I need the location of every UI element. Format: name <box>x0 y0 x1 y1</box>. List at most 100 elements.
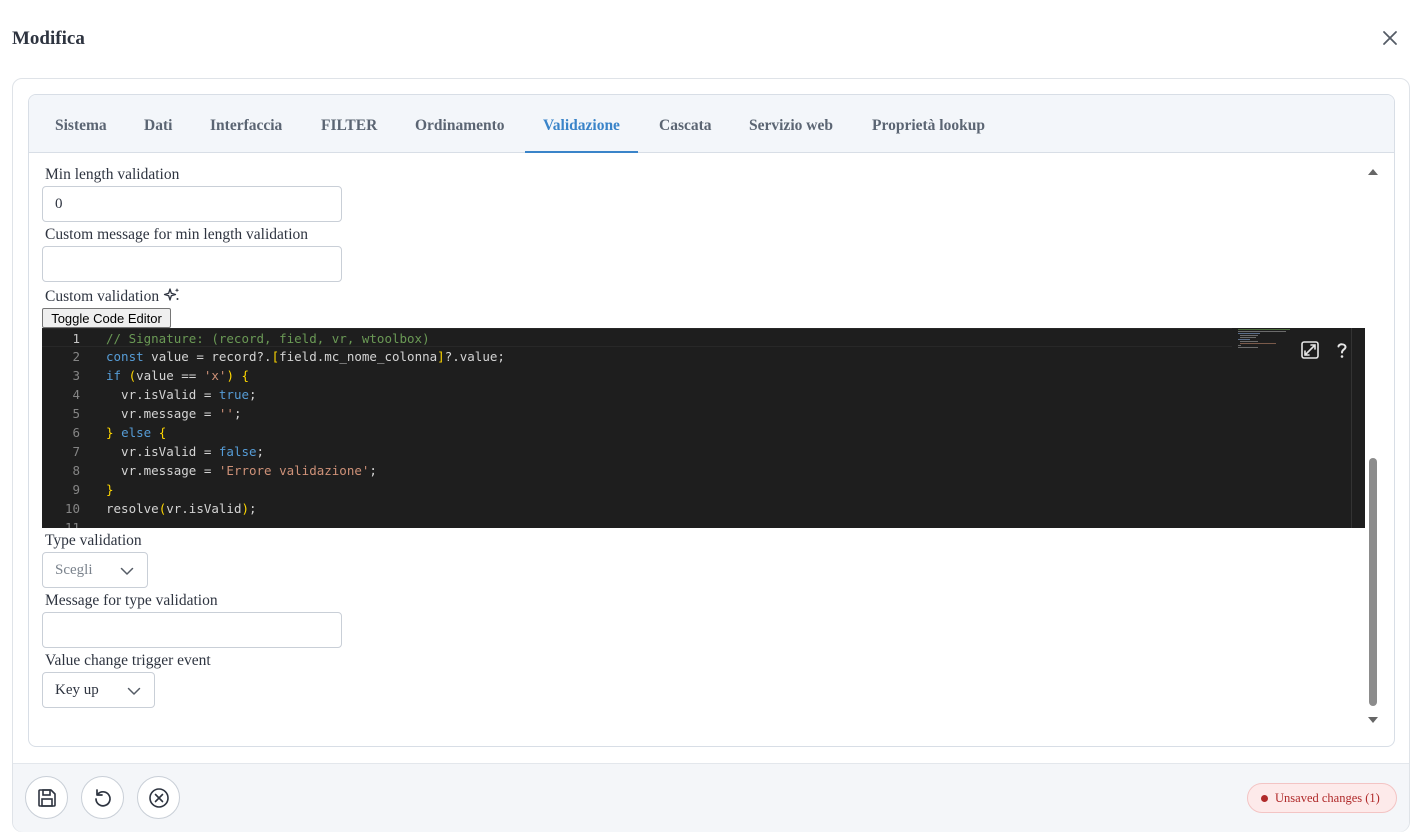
custom-validation-label: Custom validation <box>45 287 181 308</box>
modal-title: Modifica <box>12 28 85 49</box>
type-validation-message-label: Message for type validation <box>45 592 218 609</box>
close-button[interactable] <box>1378 26 1402 50</box>
line-number: 7 <box>72 444 80 459</box>
min-length-message-input[interactable] <box>42 246 342 282</box>
code-token: // Signature: (record, field, vr, wtoolb… <box>106 331 430 346</box>
code-line[interactable]: 3 if (value == 'x') { <box>42 366 1232 385</box>
code-token: else <box>121 425 152 440</box>
code-token: ( <box>128 368 137 383</box>
code-line[interactable]: 2 const value = record?.[field.mc_nome_co… <box>42 347 1232 366</box>
type-validation-select[interactable]: Scegli <box>42 552 148 588</box>
code-line[interactable]: 10 resolve(vr.isValid); <box>42 499 1232 518</box>
code-token: value == <box>136 368 204 383</box>
code-token: const <box>106 349 144 364</box>
code-text: if (value == 'x') { <box>106 366 249 385</box>
type-validation-label: Type validation <box>45 532 142 549</box>
editor-expand-button[interactable] <box>1298 338 1322 362</box>
cancel-button[interactable] <box>137 776 180 819</box>
line-number: 9 <box>72 482 80 497</box>
code-token: ; <box>256 444 265 459</box>
tab-servizio-web[interactable]: Servizio web <box>731 95 851 153</box>
trigger-event-value: Key up <box>55 682 99 698</box>
code-token: ) <box>226 368 234 383</box>
code-line[interactable]: 7 vr.isValid = false; <box>42 442 1232 461</box>
line-number: 1 <box>72 331 80 346</box>
code-token: vr.isValid = <box>106 444 219 459</box>
code-token: { <box>158 425 167 440</box>
undo-icon <box>95 789 111 807</box>
code-line[interactable]: 11 <box>42 518 1232 528</box>
code-line[interactable]: 6} else { <box>42 423 1232 442</box>
modal-footer: Unsaved changes (1) <box>13 763 1409 832</box>
type-validation-message-input[interactable] <box>42 612 342 648</box>
editor-scrollbar[interactable] <box>1351 328 1365 528</box>
trigger-event-select[interactable]: Key up <box>42 672 155 708</box>
tab-cascata[interactable]: Cascata <box>641 95 730 153</box>
code-token: ; <box>249 387 257 402</box>
tab-interfaccia[interactable]: Interfaccia <box>192 95 300 153</box>
sparkle-icon <box>163 288 180 301</box>
close-icon <box>1383 31 1397 45</box>
chevron-down-icon <box>120 567 134 575</box>
tab-validazione[interactable]: Validazione <box>525 95 638 153</box>
code-line[interactable]: 1 // Signature: (record, field, vr, wtool… <box>42 328 1232 347</box>
code-token: vr.message = <box>106 406 219 421</box>
code-token: ) <box>241 501 250 516</box>
min-length-label: Min length validation <box>45 166 180 183</box>
code-token: '' <box>218 406 234 421</box>
code-line[interactable]: 5 vr.message = ''; <box>42 404 1232 423</box>
expand-icon <box>1301 341 1319 359</box>
code-token: if <box>106 368 122 383</box>
code-token: vr.message = <box>106 463 219 478</box>
tab-filter[interactable]: FILTER <box>303 95 395 153</box>
chevron-down-icon <box>127 687 141 695</box>
code-line[interactable]: 9} <box>42 480 1232 499</box>
code-token: resolve <box>106 501 159 516</box>
save-button[interactable] <box>25 776 68 819</box>
code-text: } else { <box>106 423 166 442</box>
unsaved-dot-icon <box>1261 795 1268 802</box>
code-token: } <box>106 425 114 440</box>
code-token: ; <box>369 463 377 478</box>
code-text: const value = record?.[field.mc_nome_col… <box>106 347 505 366</box>
code-line[interactable]: 8 vr.message = 'Errore validazione'; <box>42 461 1232 480</box>
modal-body: Sistema Dati Interfaccia FILTER Ordiname… <box>12 78 1410 832</box>
code-text: vr.isValid = false; <box>106 442 264 461</box>
code-token: 'Errore validazione' <box>218 463 370 478</box>
code-token: 'x' <box>203 368 227 383</box>
line-number: 3 <box>72 368 80 383</box>
modal-header: Modifica <box>0 0 1425 78</box>
tab-sistema[interactable]: Sistema <box>37 95 125 153</box>
code-token: field.mc_nome_colonna <box>279 349 438 364</box>
code-text: resolve(vr.isValid); <box>106 499 257 518</box>
code-token: ] <box>437 349 445 364</box>
tab-ordinamento[interactable]: Ordinamento <box>397 95 523 153</box>
form-scrollbar-thumb[interactable] <box>1369 458 1377 706</box>
line-number: 11 <box>64 520 80 528</box>
min-length-input[interactable] <box>42 186 342 222</box>
type-validation-value: Scegli <box>55 562 93 578</box>
line-number: 4 <box>72 387 80 402</box>
unsaved-changes-badge[interactable]: Unsaved changes (1) <box>1247 783 1397 813</box>
code-editor[interactable]: 1 // Signature: (record, field, vr, wtool… <box>42 328 1365 528</box>
code-minimap[interactable] <box>1238 328 1298 358</box>
code-text: // Signature: (record, field, vr, wtoolb… <box>106 329 430 348</box>
validation-form: Min length validation Custom message for… <box>29 154 1394 746</box>
scroll-up-arrow-icon[interactable] <box>1367 166 1379 178</box>
tab-proprieta-lookup[interactable]: Proprietà lookup <box>854 95 1003 153</box>
tab-dati[interactable]: Dati <box>126 95 190 153</box>
ai-assist-button[interactable] <box>163 287 181 308</box>
code-token: ; <box>249 501 257 516</box>
code-text: vr.isValid = true; <box>106 385 257 404</box>
code-token: [ <box>271 349 280 364</box>
min-length-message-label: Custom message for min length validation <box>45 226 309 243</box>
code-line[interactable]: 4 vr.isValid = true; <box>42 385 1232 404</box>
toggle-code-editor-button[interactable]: Toggle Code Editor <box>42 308 171 328</box>
code-text: } <box>106 480 114 499</box>
undo-button[interactable] <box>81 776 124 819</box>
scroll-down-arrow-icon[interactable] <box>1367 714 1379 726</box>
unsaved-changes-label: Unsaved changes (1) <box>1275 791 1380 805</box>
